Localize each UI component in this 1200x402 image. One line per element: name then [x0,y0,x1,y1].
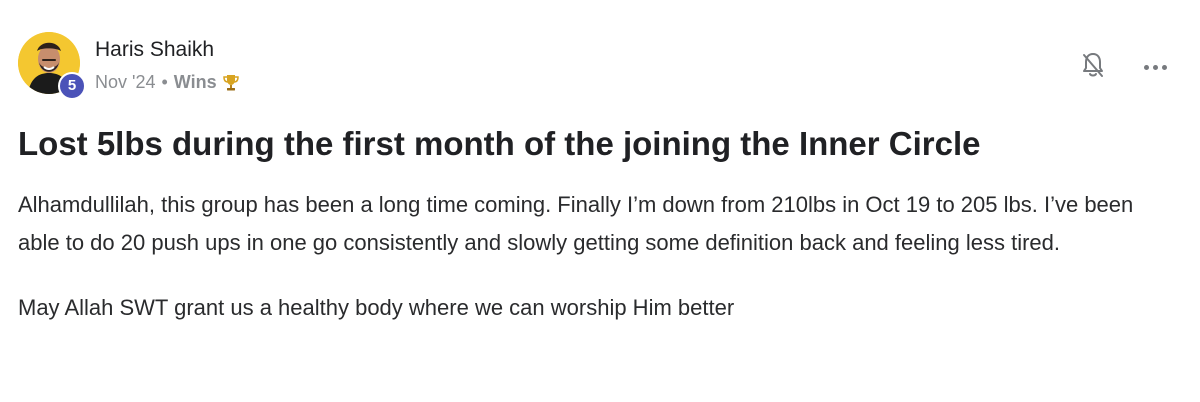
post-subline: Nov '24 • Wins [95,70,240,94]
bell-off-icon [1079,50,1107,85]
meta-separator: • [161,72,168,92]
author-avatar-wrapper[interactable]: 5 [18,32,86,100]
post-header: 5 Haris Shaikh Nov '24 • Wins [18,32,240,100]
post-body: Alhamdullilah, this group has been a lon… [18,186,1148,327]
post-paragraph: May Allah SWT grant us a healthy body wh… [18,295,735,320]
post-category[interactable]: Wins [174,70,217,94]
author-name[interactable]: Haris Shaikh [95,36,240,64]
post-meta: Haris Shaikh Nov '24 • Wins [95,32,240,94]
more-horizontal-icon [1143,64,1167,70]
post-paragraph: Alhamdullilah, this group has been a lon… [18,192,1134,255]
post-title: Lost 5lbs during the first month of the … [18,125,981,162]
post-date[interactable]: Nov '24 [95,70,155,94]
trophy-icon [222,73,240,92]
level-badge: 5 [58,72,86,100]
more-options-button[interactable] [1138,50,1172,84]
notification-bell-button[interactable] [1076,50,1110,84]
post-card: 5 Haris Shaikh Nov '24 • Wins Lost 5lbs … [0,0,1200,402]
post-actions [1076,50,1172,84]
